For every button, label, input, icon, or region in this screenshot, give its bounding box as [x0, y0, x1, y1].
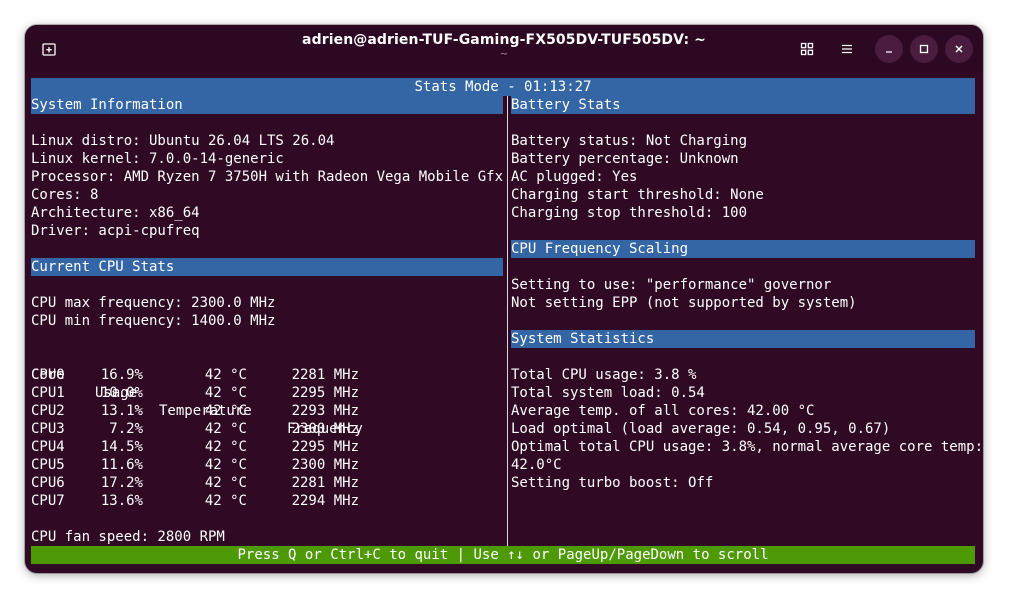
scaling-line: Setting to use: "performance" governor [511, 277, 832, 293]
cpu-fan-speed: CPU fan speed: 2800 RPM [31, 529, 225, 545]
menu-button[interactable] [833, 35, 861, 63]
terminal-window: adrien@adrien-TUF-Gaming-FX505DV-TUF505D… [25, 25, 983, 573]
cpu-core-usage: 13.1% [100, 403, 143, 419]
system-stats-line: Total system load: 0.54 [511, 385, 705, 401]
cpu-core-name: CPU0 [31, 367, 65, 383]
system-info-line: Linux kernel: 7.0.0-14-generic [31, 151, 284, 167]
system-info-line: Processor: AMD Ryzen 7 3750H with Radeon… [31, 169, 504, 185]
system-statistics-heading: System Statistics [511, 330, 975, 348]
cpu-core-frequency: 2300 MHz [291, 457, 359, 473]
cpu-core-temperature: 42 °C [204, 475, 247, 491]
system-stats-line: Average temp. of all cores: 42.00 °C [511, 403, 815, 419]
maximize-icon [919, 44, 929, 54]
system-stats-line: Optimal total CPU usage: 3.8%, normal av… [511, 439, 983, 455]
cpu-core-temperature: 42 °C [204, 457, 247, 473]
cpu-min-frequency: CPU min frequency: 1400.0 MHz [31, 313, 276, 329]
battery-line: Charging start threshold: None [511, 187, 764, 203]
cpu-frequency-scaling-heading: CPU Frequency Scaling [511, 240, 975, 258]
cpu-core-name: CPU4 [31, 439, 65, 455]
cpu-core-name: CPU3 [31, 421, 65, 437]
cpu-core-name: CPU1 [31, 385, 65, 401]
cpu-core-usage: 7.2% [109, 421, 143, 437]
stats-mode-header: Stats Mode - 01:13:27 [31, 78, 975, 96]
cpu-table-row: CPU4 14.5% 42 °C 2295 MHz [31, 438, 503, 456]
cpu-table-row: CPU2 13.1% 42 °C 2293 MHz [31, 402, 503, 420]
cpu-core-usage: 16.9% [100, 367, 143, 383]
hamburger-menu-icon [842, 44, 852, 54]
battery-stats-heading: Battery Stats [511, 96, 975, 114]
grid-icon [800, 42, 814, 56]
current-cpu-stats-heading: Current CPU Stats [31, 258, 503, 276]
system-information-heading: System Information [31, 96, 503, 114]
cpu-core-usage: 13.6% [100, 493, 143, 509]
cpu-table-header: Core Usage Temperature Frequency [31, 348, 503, 437]
cpu-core-usage: 14.5% [100, 439, 143, 455]
cpu-table-row: CPU5 11.6% 42 °C 2300 MHz [31, 456, 503, 474]
cpu-core-name: CPU2 [31, 403, 65, 419]
cpu-table-row: CPU7 13.6% 42 °C 2294 MHz [31, 492, 503, 510]
cpu-core-temperature: 42 °C [204, 367, 247, 383]
system-stats-line: Setting turbo boost: Off [511, 475, 714, 491]
cpu-core-frequency: 2295 MHz [291, 439, 359, 455]
system-info-line: Linux distro: Ubuntu 26.04 LTS 26.04 [31, 133, 335, 149]
close-icon [955, 45, 963, 53]
system-info-line: Architecture: x86_64 [31, 205, 200, 221]
cpu-core-usage: 17.2% [100, 475, 143, 491]
cpu-core-name: CPU7 [31, 493, 65, 509]
terminal-content[interactable]: Stats Mode - 01:13:27 System Information… [31, 78, 983, 564]
system-stats-line: Load optimal (load average: 0.54, 0.95, … [511, 421, 891, 437]
cpu-core-frequency: 2293 MHz [291, 403, 359, 419]
system-info-line: Cores: 8 [31, 187, 99, 203]
system-stats-line: 42.0°C [511, 457, 562, 473]
cpu-core-frequency: 2294 MHz [291, 493, 359, 509]
cpu-core-temperature: 42 °C [204, 403, 247, 419]
cpu-core-frequency: 2295 MHz [291, 385, 359, 401]
minimize-button[interactable] [875, 35, 903, 63]
cpu-max-frequency: CPU max frequency: 2300.0 MHz [31, 295, 276, 311]
help-footer: Press Q or Ctrl+C to quit | Use ↑↓ or Pa… [31, 546, 975, 564]
cpu-core-name: CPU5 [31, 457, 65, 473]
cpu-table-row: CPU0 16.9% 42 °C 2281 MHz [31, 366, 503, 384]
minimize-icon [886, 51, 892, 53]
cpu-table-row: CPU1 10.0% 42 °C 2295 MHz [31, 384, 503, 402]
maximize-button[interactable] [910, 35, 938, 63]
scaling-line: Not setting EPP (not supported by system… [511, 295, 857, 311]
cpu-core-frequency: 2281 MHz [291, 475, 359, 491]
battery-line: Charging stop threshold: 100 [511, 205, 748, 221]
cpu-core-usage: 10.0% [100, 385, 143, 401]
cpu-core-temperature: 42 °C [204, 493, 247, 509]
cpu-core-frequency: 2281 MHz [291, 367, 359, 383]
cpu-table-row: CPU3 7.2% 42 °C 2300 MHz [31, 420, 503, 438]
title-bar[interactable]: adrien@adrien-TUF-Gaming-FX505DV-TUF505D… [25, 25, 983, 73]
system-info-line: Driver: acpi-cpufreq [31, 223, 200, 239]
battery-line: Battery percentage: Unknown [511, 151, 739, 167]
cpu-core-temperature: 42 °C [204, 385, 247, 401]
cpu-core-temperature: 42 °C [204, 421, 247, 437]
cpu-core-frequency: 2300 MHz [291, 421, 359, 437]
cpu-core-temperature: 42 °C [204, 439, 247, 455]
battery-line: AC plugged: Yes [511, 169, 638, 185]
system-stats-line: Total CPU usage: 3.8 % [511, 367, 697, 383]
view-grid-button[interactable] [793, 35, 821, 63]
cpu-core-usage: 11.6% [100, 457, 143, 473]
close-button[interactable] [945, 35, 973, 63]
battery-line: Battery status: Not Charging [511, 133, 748, 149]
cpu-core-name: CPU6 [31, 475, 65, 491]
cpu-table-row: CPU6 17.2% 42 °C 2281 MHz [31, 474, 503, 492]
pane-divider [507, 96, 508, 546]
